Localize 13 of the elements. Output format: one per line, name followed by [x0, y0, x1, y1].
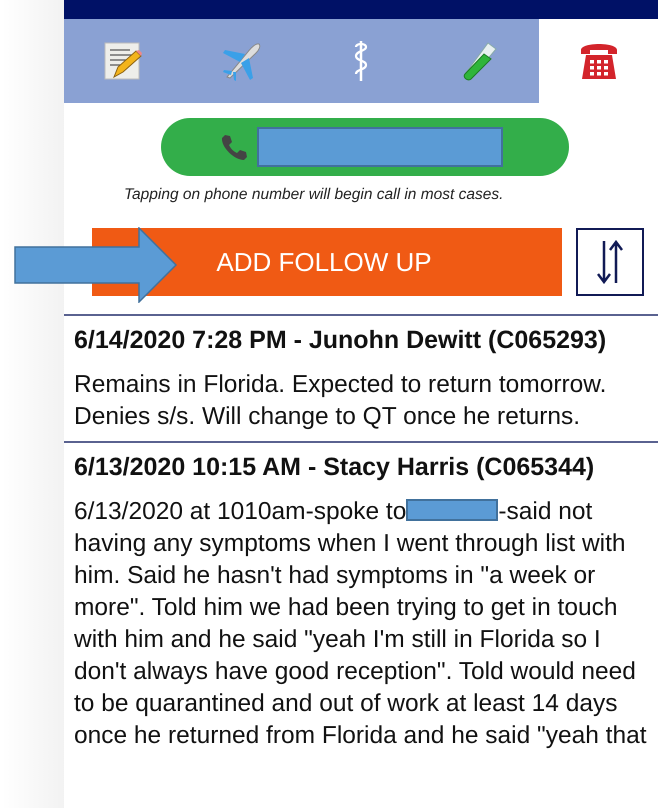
note-text: Remains in Florida. Expected to return tomorrow. Denies s/s. Will change to QT once he returns.	[74, 370, 608, 432]
notepad-pencil-icon	[104, 41, 142, 81]
phone-handset-icon	[219, 132, 249, 162]
arrow-pointer-icon	[14, 227, 178, 303]
note-header: 6/13/2020 10:15 AM - Stacy Harris (C065344)	[74, 453, 596, 482]
test-tube-icon	[460, 40, 499, 82]
tab[interactable]	[64, 19, 183, 103]
sort-icon	[595, 239, 625, 285]
sort-button[interactable]	[576, 228, 644, 296]
hint-text: Tapping on phone number will begin call in most cases.	[124, 186, 504, 204]
caduceus-icon	[352, 40, 369, 82]
note-text: 6/13/2020 at 1010am-spoke to -said not having any symptoms when I went through list with him. Said he hasn't had symptoms in "a week or more". Told him we had been trying to get in touch with him and he said "yeah I'm still in Florida so I don't always have good reception". Told would need to be quarantined and out of work at least 14 days once he returned from Florida and he said "yeah that	[74, 497, 648, 751]
note-header: 6/14/2020 7:28 PM - Junohn Dewitt (C065293)	[74, 326, 608, 355]
